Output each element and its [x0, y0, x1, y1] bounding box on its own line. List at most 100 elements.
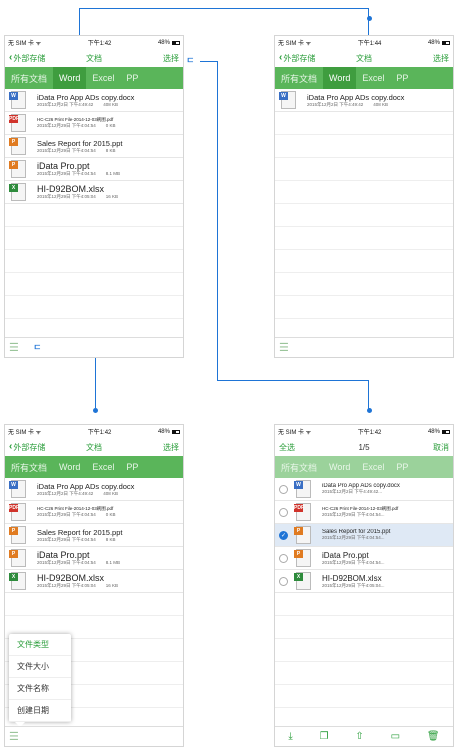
list-item[interactable]: PDF HC-C26 Print File-2014-12-03刷图.pdf 2…: [5, 501, 183, 524]
file-type-icon: W: [294, 479, 312, 499]
file-size: 408 KB: [373, 101, 389, 107]
tab-all[interactable]: 所有文档: [5, 456, 53, 478]
tab-ppt[interactable]: PP: [120, 456, 144, 478]
list-item[interactable]: W iData Pro App ADs copy.docx 2015年12月2日…: [5, 478, 183, 501]
list-item[interactable]: W iData Pro App ADs copy.docx 2015年12月2日…: [275, 478, 453, 501]
select-radio[interactable]: [279, 576, 288, 586]
list-item[interactable]: ✓ P Sales Report for 2015.ppt 2015年12月29…: [275, 524, 453, 547]
file-name: Sales Report for 2015.ppt: [37, 527, 123, 537]
empty-row: [275, 227, 453, 250]
sort-by-size[interactable]: 文件大小: [9, 656, 71, 678]
file-type-icon: PDF: [9, 502, 27, 522]
file-type-icon: PDF: [294, 502, 312, 522]
back-button[interactable]: ‹ 外部存储: [279, 53, 315, 64]
tab-word[interactable]: Word: [53, 67, 87, 89]
chevron-left-icon: ‹: [9, 52, 13, 63]
trash-icon[interactable]: 🗑: [427, 731, 440, 742]
select-all-button[interactable]: 全选: [279, 442, 295, 453]
file-type-icon: W: [279, 90, 297, 110]
file-list: W iData Pro App ADs copy.docx 2015年12月2日…: [275, 89, 453, 342]
file-date: 2015年12月29日 下午4:04:54...: [322, 512, 385, 517]
battery: 48%: [428, 40, 450, 46]
list-item[interactable]: W iData Pro App ADs copy.docx 2015年12月2日…: [5, 89, 183, 112]
selection-count: 1/5: [358, 442, 370, 452]
file-date: 2015年12月29日 下午4:04:54: [37, 536, 96, 542]
list-item[interactable]: X HI-D92BOM.xlsx 2015年12月29日 下午4:05:04 16…: [5, 570, 183, 593]
sort-by-date[interactable]: 创建日期: [9, 700, 71, 722]
share-icon[interactable]: ⇧: [355, 731, 363, 742]
file-date: 2015年12月29日 下午4:05:04...: [322, 582, 385, 588]
back-button[interactable]: ‹ 外部存储: [9, 442, 45, 453]
folder-icon[interactable]: ▭: [391, 731, 400, 742]
select-radio[interactable]: [279, 484, 288, 494]
file-size: 0 KB: [105, 123, 116, 128]
list-sort-icon[interactable]: ☰: [9, 730, 19, 743]
empty-row: [275, 135, 453, 158]
tab-ppt[interactable]: PP: [390, 67, 414, 89]
empty-row: [275, 616, 453, 639]
connector-line: [217, 380, 369, 410]
list-item[interactable]: P Sales Report for 2015.ppt 2015年12月29日 …: [5, 135, 183, 158]
list-item[interactable]: P iData Pro.ppt 2015年12月29日 下午4:04:54 8.1…: [5, 158, 183, 181]
tab-word[interactable]: Word: [323, 67, 357, 89]
select-button[interactable]: 选择: [433, 53, 449, 64]
status-bar: 无 SIM 卡 ᯤ 下午1:42 48%: [5, 36, 183, 49]
file-name: iData Pro.ppt: [322, 550, 369, 560]
nav-bar: ‹ 外部存储 文档 选择: [5, 438, 183, 456]
tab-ppt[interactable]: PP: [120, 67, 144, 89]
tab-excel[interactable]: Excel: [86, 67, 120, 89]
sort-by-type[interactable]: 文件类型: [9, 634, 71, 656]
screen-sort-menu: 无 SIM 卡 ᯤ 下午1:42 48% ‹ 外部存储 文档 选择 所有文档 Wo…: [4, 424, 184, 747]
list-sort-icon[interactable]: ☰: [279, 341, 289, 354]
back-button[interactable]: ‹ 外部存储: [9, 53, 45, 64]
file-date: 2015年12月29日 下午4:04:54...: [322, 559, 385, 565]
copy-icon[interactable]: ❐: [320, 731, 329, 742]
list-item[interactable]: W iData Pro App ADs copy.docx 2015年12月2日…: [275, 89, 453, 112]
list-item[interactable]: P iData Pro.ppt 2015年12月29日 下午4:04:54...: [275, 547, 453, 570]
sort-by-name[interactable]: 文件名称: [9, 678, 71, 700]
connector-line: [200, 61, 218, 381]
list-item[interactable]: PDF HC-C26 Print File-2014-12-03刷图.pdf 2…: [275, 501, 453, 524]
file-type-icon: W: [9, 479, 27, 499]
tab-excel[interactable]: Excel: [356, 67, 390, 89]
filter-tabs: 所有文档 Word Excel PP: [5, 67, 183, 89]
select-radio[interactable]: [279, 553, 288, 563]
empty-row: [275, 685, 453, 708]
nav-title: 文档: [86, 53, 102, 63]
empty-row: [5, 593, 183, 616]
tab-all[interactable]: 所有文档: [275, 67, 323, 89]
file-name: HI-D92BOM.xlsx: [37, 573, 105, 583]
carrier: 无 SIM 卡 ᯤ: [8, 430, 42, 436]
file-date: 2015年12月29日 下午4:04:54: [37, 171, 96, 176]
nav-bar: 全选 1/5 取消: [275, 438, 453, 456]
screen-selection: 无 SIM 卡 ᯤ 下午1:42 48% 全选 1/5 取消 所有文档 Word…: [274, 424, 454, 747]
list-item[interactable]: PDF HC-C26 Print File-2014-12-03刷图.pdf 2…: [5, 112, 183, 135]
list-sort-icon[interactable]: ☰: [9, 341, 19, 354]
list-item[interactable]: P iData Pro.ppt 2015年12月29日 下午4:04:54 8.1…: [5, 547, 183, 570]
file-date: 2015年12月2日 下午4:49:42: [307, 101, 364, 107]
import-icon[interactable]: ⤓: [288, 731, 292, 742]
file-date: 2015年12月29日 下午4:04:54...: [322, 535, 385, 540]
select-button[interactable]: 选择: [163, 53, 179, 64]
select-radio[interactable]: ✓: [279, 530, 288, 540]
empty-row: [5, 204, 183, 227]
cancel-button[interactable]: 取消: [433, 442, 449, 453]
empty-row: [275, 296, 453, 319]
tab-excel[interactable]: Excel: [86, 456, 120, 478]
empty-row: [275, 273, 453, 296]
file-type-icon: X: [9, 571, 27, 591]
tab-all[interactable]: 所有文档: [5, 67, 53, 89]
empty-row: [275, 250, 453, 273]
status-bar: 无 SIM 卡 ᯤ 下午1:42 48%: [275, 425, 453, 438]
file-name: HI-D92BOM.xlsx: [322, 573, 382, 583]
file-type-icon: P: [9, 525, 27, 545]
empty-row: [5, 250, 183, 273]
select-button[interactable]: 选择: [163, 442, 179, 453]
tab-word[interactable]: Word: [53, 456, 86, 478]
select-radio[interactable]: [279, 507, 288, 517]
file-list: W iData Pro App ADs copy.docx 2015年12月2日…: [5, 89, 183, 342]
empty-row: [275, 593, 453, 616]
list-item[interactable]: P Sales Report for 2015.ppt 2015年12月29日 …: [5, 524, 183, 547]
list-item[interactable]: X HI-D92BOM.xlsx 2015年12月29日 下午4:05:04 16…: [5, 181, 183, 204]
list-item[interactable]: X HI-D92BOM.xlsx 2015年12月29日 下午4:05:04..…: [275, 570, 453, 593]
